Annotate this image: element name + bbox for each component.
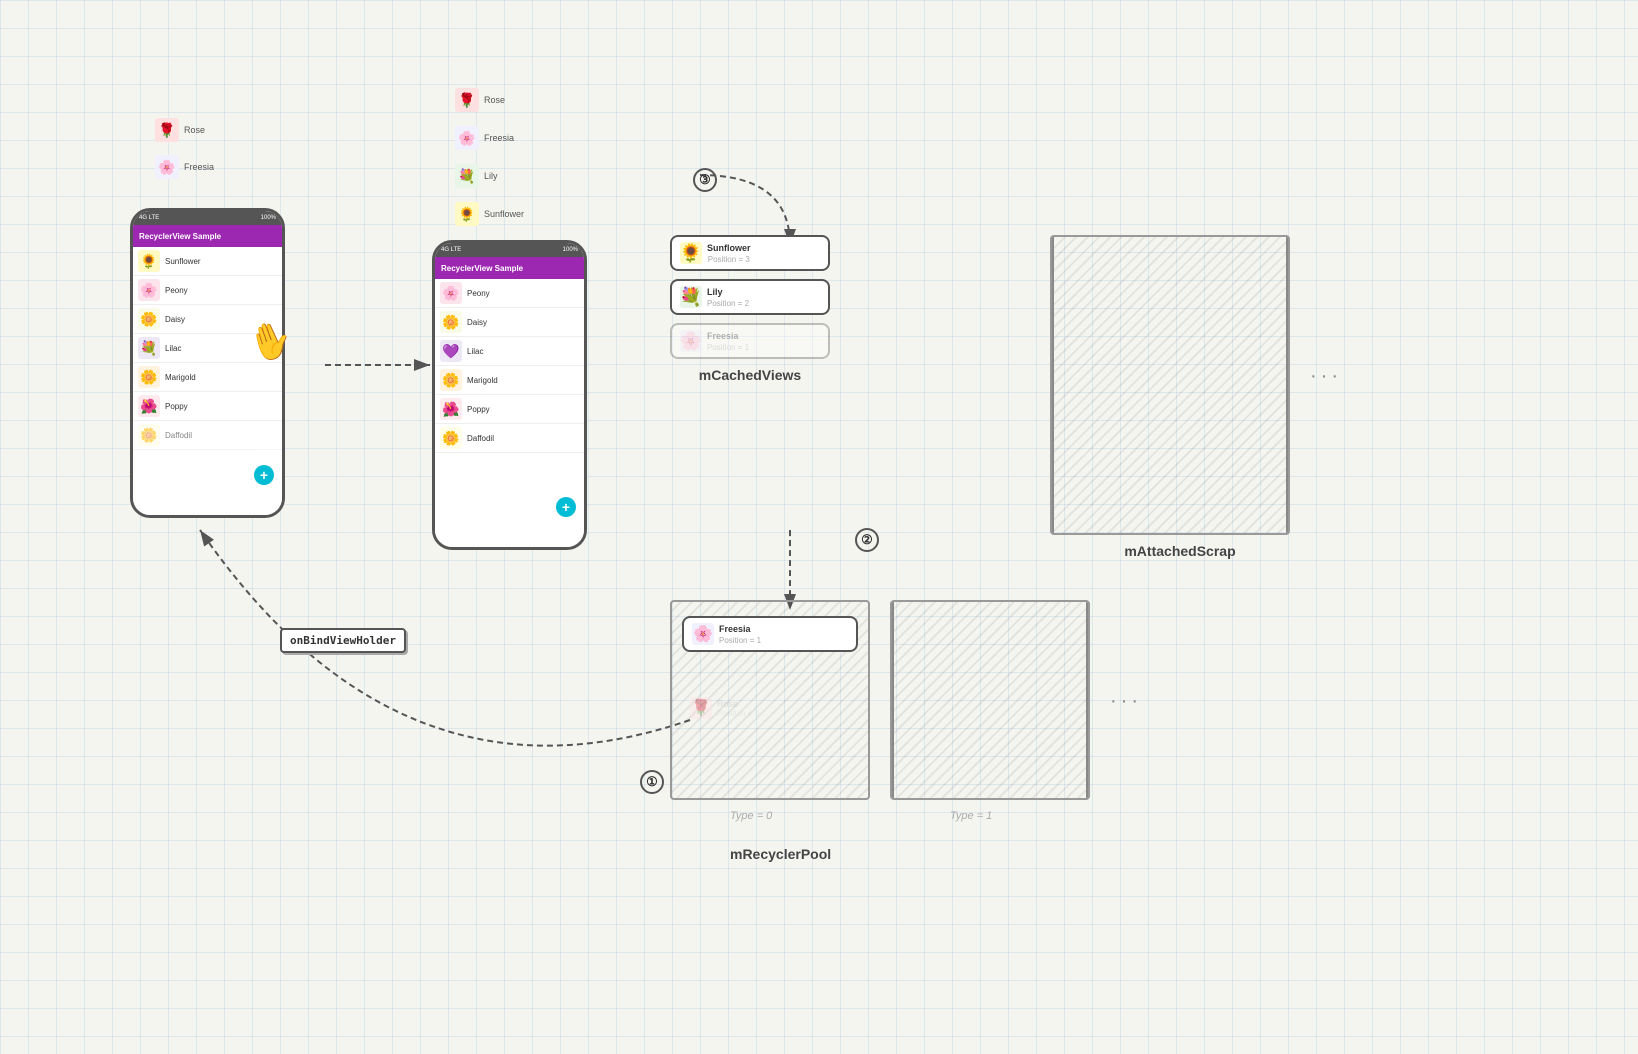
- cached-lily: 💐 Lily Position = 2: [670, 279, 830, 315]
- floating-rose-left: 🌹 Rose: [155, 118, 205, 142]
- dots-scrap: ···: [1310, 365, 1342, 388]
- floating-freesia-left: 🌸 Freesia: [155, 155, 214, 179]
- list-item: 🌸 Peony: [133, 276, 282, 305]
- circle-3-label: ③: [693, 168, 717, 192]
- fab-left[interactable]: +: [254, 465, 274, 485]
- circle-2-label: ②: [855, 528, 879, 552]
- phone-right-screen: 4G LTE100% RecyclerView Sample 🌸 Peony 🌼…: [435, 243, 584, 547]
- mcached-label: mCachedViews: [670, 367, 830, 383]
- pool-type0: 🌸 Freesia Position = 1 🌹 Rose Position =…: [670, 600, 870, 800]
- floating-freesia-right: 🌸 Freesia: [455, 126, 514, 150]
- phone-right: 4G LTE100% RecyclerView Sample 🌸 Peony 🌼…: [432, 240, 587, 550]
- pool-rose: 🌹 Rose Position = 0: [682, 692, 858, 724]
- list-item: 🌻 Sunflower: [133, 247, 282, 276]
- on-bind-viewholder-badge: onBindViewHolder: [280, 628, 406, 653]
- list-item: 🌺 Poppy: [133, 392, 282, 421]
- mcached-views-container: 🌻 Sunflower Position = 3 💐 Lily Position…: [670, 235, 830, 383]
- fab-right[interactable]: +: [556, 497, 576, 517]
- floating-lily-right: 💐 Lily: [455, 164, 498, 188]
- phone-left-appbar: RecyclerView Sample: [133, 225, 282, 247]
- list-item: 🌼 Marigold: [133, 363, 282, 392]
- cached-sunflower: 🌻 Sunflower Position = 3: [670, 235, 830, 271]
- list-item: 🌼 Daisy: [435, 308, 584, 337]
- type1-label: Type = 1: [950, 810, 992, 822]
- mattached-scrap-box: [1050, 235, 1290, 535]
- floating-sunflower-right: 🌻 Sunflower: [455, 202, 524, 226]
- dots-label: ···: [1110, 690, 1142, 713]
- list-item: 🌼 Daffodil: [435, 424, 584, 453]
- list-item: 💜 Lilac: [435, 337, 584, 366]
- circle-1-label: ①: [640, 770, 664, 794]
- list-item: 🌼 Marigold: [435, 366, 584, 395]
- floating-rose-right: 🌹 Rose: [455, 88, 505, 112]
- mrecyclerpool-label: mRecyclerPool: [730, 846, 831, 862]
- phone-right-appbar: RecyclerView Sample: [435, 257, 584, 279]
- list-item: 🌼 Daffodil: [133, 421, 282, 450]
- mrecycler-pool-area: 🌸 Freesia Position = 1 🌹 Rose Position =…: [670, 600, 1150, 800]
- phone-left-status: 4G LTE100%: [133, 211, 282, 225]
- phone-right-status: 4G LTE100%: [435, 243, 584, 257]
- mattached-scrap-area: mAttachedScrap ···: [1050, 235, 1310, 559]
- list-item: 🌺 Poppy: [435, 395, 584, 424]
- type0-label: Type = 0: [730, 810, 772, 822]
- list-item: 🌸 Peony: [435, 279, 584, 308]
- pool-freesia: 🌸 Freesia Position = 1: [682, 616, 858, 660]
- cached-freesia: 🌸 Freesia Position = 1: [670, 323, 830, 359]
- pool-type1: [890, 600, 1090, 800]
- mattached-scrap-label: mAttachedScrap: [1050, 543, 1310, 559]
